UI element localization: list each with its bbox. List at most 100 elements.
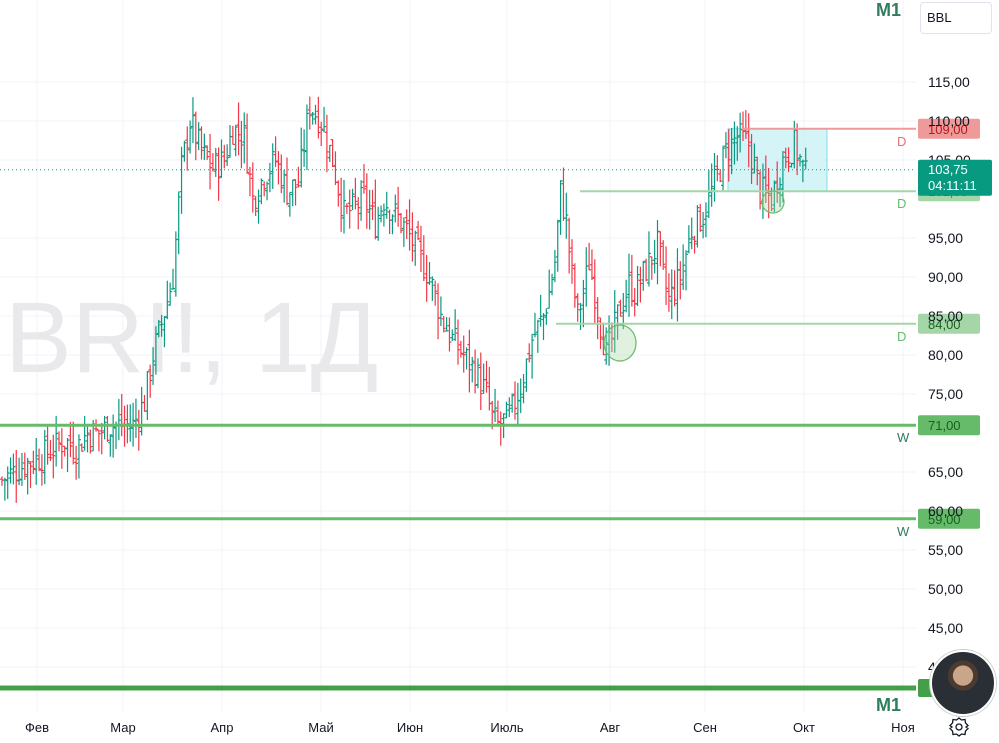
ohlc-bar xyxy=(658,231,663,267)
price-label: 71,00 xyxy=(928,418,961,433)
ohlc-bar xyxy=(376,206,381,241)
ohlc-bar xyxy=(8,457,13,484)
ohlc-bar xyxy=(661,240,666,270)
price-tick: 90,00 xyxy=(928,269,963,285)
ohlc-bar xyxy=(473,349,478,394)
ohlc-bar xyxy=(96,429,101,452)
ohlc-bar xyxy=(256,189,261,224)
ohlc-bar xyxy=(276,151,281,185)
ohlc-bar xyxy=(555,219,560,272)
month-label: Авг xyxy=(600,720,621,735)
ohlc-bar xyxy=(518,378,523,414)
ohlc-bar xyxy=(538,294,543,327)
ohlc-bar xyxy=(102,416,107,440)
ohlc-bar xyxy=(133,398,138,438)
timeframe-top-label: M1 xyxy=(876,0,901,20)
ohlc-bar xyxy=(176,191,181,255)
ohlc-bar xyxy=(684,250,688,291)
gear-icon[interactable] xyxy=(948,716,970,738)
ohlc-bar xyxy=(515,382,520,426)
ohlc-bar xyxy=(45,425,50,465)
ohlc-bar xyxy=(31,450,36,474)
ohlc-bar xyxy=(359,180,364,221)
time-axis[interactable]: Фев Мар Апр Май Июн Июль Авг Сен Окт Ноя xyxy=(25,720,915,735)
ohlc-bar xyxy=(99,422,104,455)
ohlc-bar xyxy=(655,220,660,285)
ohlc-bar xyxy=(464,347,469,370)
ohlc-bar xyxy=(108,434,113,457)
ohlc-bar xyxy=(19,452,24,486)
ohlc-bar xyxy=(478,352,483,411)
price-tick: 55,00 xyxy=(928,542,963,558)
ohlc-bar xyxy=(686,225,691,254)
ohlc-bar xyxy=(136,409,141,451)
ohlc-bar xyxy=(495,400,500,426)
ohlc-bar xyxy=(635,266,640,307)
ohlc-bar xyxy=(592,259,597,323)
price-tick: 85,00 xyxy=(928,308,963,324)
ohlc-bar xyxy=(587,242,592,271)
ohlc-bar xyxy=(561,167,566,221)
ohlc-bar xyxy=(652,239,657,274)
ohlc-bar xyxy=(205,145,210,160)
ohlc-bar xyxy=(521,374,526,404)
symbol-selector[interactable]: BBL xyxy=(920,2,992,34)
ohlc-bar xyxy=(510,393,515,413)
ohlc-bar xyxy=(65,437,70,472)
ohlc-bar xyxy=(675,248,680,322)
ohlc-bar xyxy=(22,452,27,480)
price-tick: 80,00 xyxy=(928,347,963,363)
ohlc-bar xyxy=(544,308,549,325)
ohlc-bar xyxy=(14,449,19,503)
ohlc-bar xyxy=(641,260,646,291)
ohlc-bar xyxy=(196,122,201,151)
chart-watermark: BRI!, 1Д xyxy=(5,282,378,394)
ohlc-bar xyxy=(396,186,401,227)
ohlc-bar xyxy=(370,189,375,221)
ohlc-bar xyxy=(74,445,79,480)
ohlc-bar xyxy=(28,461,33,488)
ohlc-bar xyxy=(418,225,423,273)
ohlc-bar xyxy=(535,319,540,353)
ohlc-bar xyxy=(441,315,446,333)
ohlc-bar xyxy=(581,279,586,328)
month-label: Мар xyxy=(110,720,135,735)
ohlc-bar xyxy=(105,415,110,442)
ohlc-bar xyxy=(111,414,116,458)
ohlc-bar xyxy=(481,363,486,394)
ohlc-bar xyxy=(666,273,671,312)
ohlc-bar xyxy=(507,397,512,417)
current-price-value: 103,75 xyxy=(928,162,968,177)
ohlc-bar xyxy=(456,319,460,365)
ohlc-bar xyxy=(444,317,449,332)
price-axis[interactable]: 109,00101,0084,0071,0059,00115,00110,001… xyxy=(918,74,992,697)
ohlc-bar xyxy=(430,276,435,301)
ohlc-bar xyxy=(558,180,563,235)
avatar[interactable] xyxy=(930,650,996,716)
ohlc-bar xyxy=(319,121,324,147)
ohlc-bar xyxy=(0,476,4,486)
ohlc-bar xyxy=(453,309,458,341)
ohlc-bar xyxy=(333,151,338,185)
ohlc-bar xyxy=(182,140,187,162)
ohlc-bar xyxy=(193,111,198,161)
ohlc-bar xyxy=(17,457,22,486)
ohlc-bar xyxy=(484,360,489,393)
level-timeframe-tag: W xyxy=(897,524,910,539)
support-levels[interactable]: D D D W W xyxy=(0,127,916,691)
price-tick: 110,00 xyxy=(928,113,970,129)
ohlc-bar xyxy=(228,125,232,158)
ohlc-bar xyxy=(210,153,215,172)
month-label: Апр xyxy=(211,720,234,735)
ohlc-bar xyxy=(225,144,230,166)
price-chart[interactable]: BRI!, 1Д DDDWW 109,00101,0084,0071,0059,… xyxy=(0,0,999,743)
ohlc-bar xyxy=(401,217,406,247)
ohlc-bar xyxy=(37,448,42,472)
ohlc-bar xyxy=(327,144,332,162)
ohlc-bar xyxy=(595,297,600,340)
ohlc-bar xyxy=(310,111,315,125)
ohlc-bar xyxy=(239,120,244,169)
ohlc-bar xyxy=(287,191,292,217)
ohlc-bar xyxy=(410,212,415,262)
price-tick: 50,00 xyxy=(928,581,963,597)
